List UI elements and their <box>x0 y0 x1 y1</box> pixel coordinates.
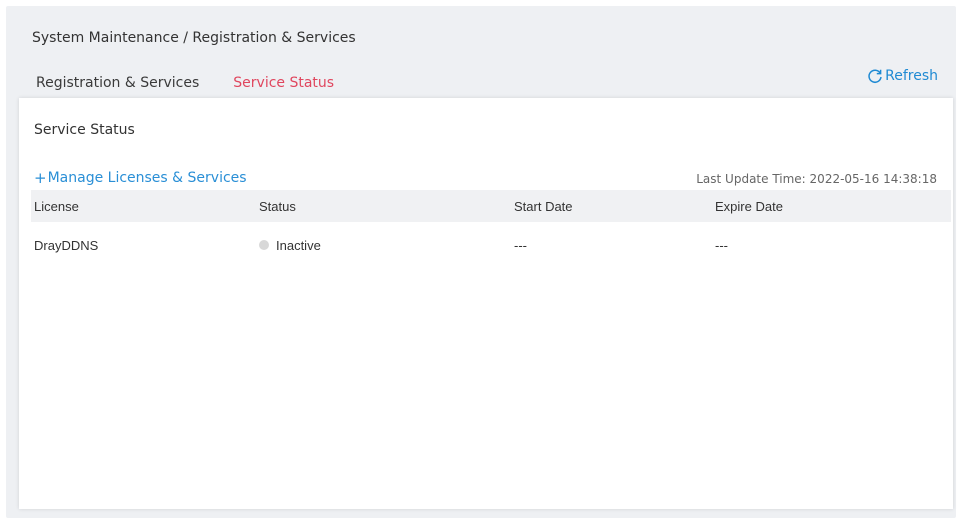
table-header: License Status Start Date Expire Date <box>31 190 951 222</box>
column-expire-date: Expire Date <box>715 198 783 214</box>
refresh-button[interactable]: Refresh <box>867 68 938 84</box>
column-license: License <box>34 198 79 214</box>
manage-licenses-link[interactable]: + Manage Licenses & Services <box>34 170 247 186</box>
table-row: DrayDDNS Inactive --- --- <box>31 222 951 268</box>
refresh-label: Refresh <box>885 68 938 84</box>
cell-expire-date: --- <box>715 237 728 253</box>
breadcrumb: System Maintenance / Registration & Serv… <box>32 30 356 46</box>
service-status-panel: Service Status + Manage Licenses & Servi… <box>19 98 953 509</box>
page-frame: System Maintenance / Registration & Serv… <box>6 6 956 518</box>
last-update-time: Last Update Time: 2022-05-16 14:38:18 <box>696 172 937 186</box>
panel-title: Service Status <box>34 122 135 138</box>
column-status: Status <box>259 198 296 214</box>
manage-licenses-label: Manage Licenses & Services <box>47 170 247 186</box>
status-dot-icon <box>259 240 269 250</box>
cell-start-date: --- <box>514 237 527 253</box>
cell-license: DrayDDNS <box>34 237 99 253</box>
cell-status: Inactive <box>257 238 512 253</box>
service-table: License Status Start Date Expire Date Dr… <box>31 190 951 268</box>
refresh-icon <box>868 69 882 83</box>
status-text: Inactive <box>276 237 321 253</box>
plus-icon: + <box>34 168 47 187</box>
column-start-date: Start Date <box>514 198 573 214</box>
